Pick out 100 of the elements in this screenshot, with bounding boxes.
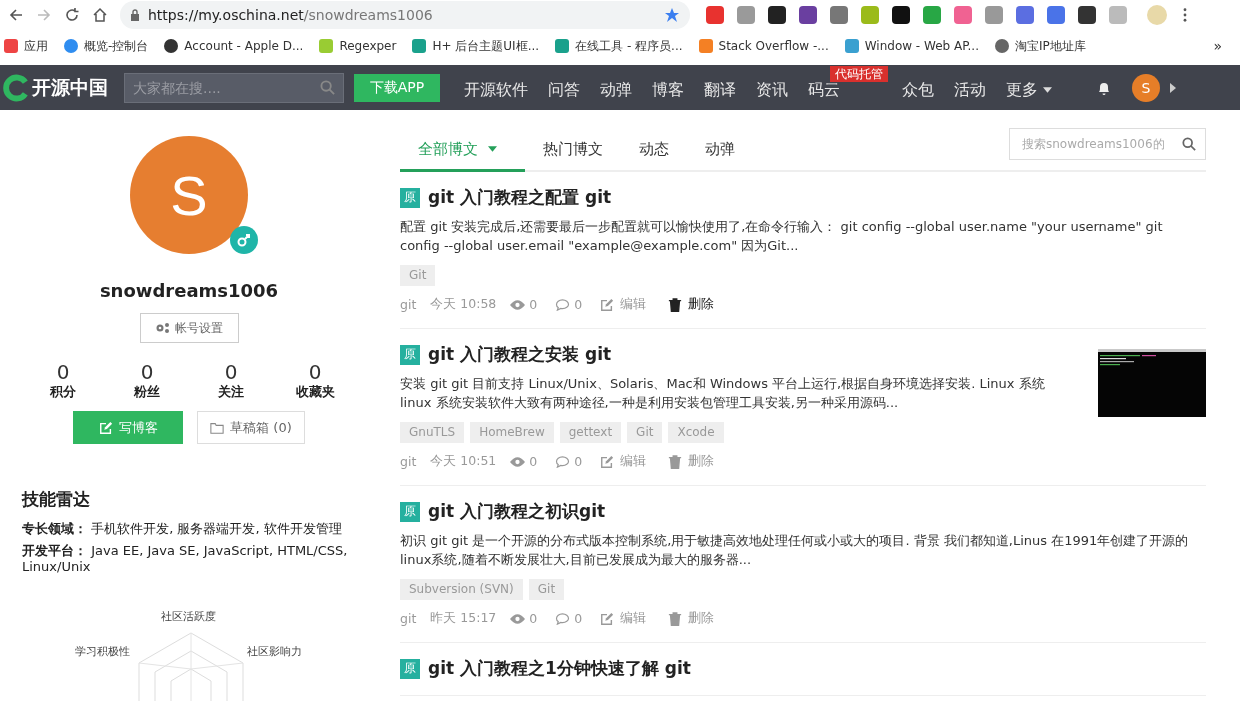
star-icon[interactable]	[664, 7, 680, 23]
extension-icon[interactable]	[799, 6, 817, 24]
post-time: 昨天 15:17	[430, 610, 497, 627]
male-icon	[230, 226, 258, 254]
radar-label: 社区影响力	[247, 644, 302, 659]
radar-label: 学习积极性	[75, 644, 130, 659]
trash-icon	[668, 454, 683, 469]
nav-link[interactable]: 资讯	[746, 80, 798, 99]
comment-icon	[555, 298, 571, 311]
logo-text[interactable]: 开源中国	[32, 74, 108, 101]
bookmark-item[interactable]: 概览-控制台	[64, 37, 149, 55]
stat-label: 关注	[218, 383, 244, 401]
nav-link[interactable]: 活动	[944, 80, 996, 99]
extension-icon[interactable]	[892, 6, 910, 24]
post-title[interactable]: git 入门教程之1分钟快速了解 git	[428, 657, 691, 680]
profile-avatar: S	[130, 136, 248, 254]
post-time: 今天 10:58	[430, 296, 497, 313]
nav-link[interactable]: 码云	[798, 80, 850, 99]
bookmark-item[interactable]: 在线工具 - 程序员...	[555, 37, 683, 55]
tab[interactable]: 全部博文	[400, 129, 525, 172]
post-title[interactable]: git 入门教程之配置 git	[428, 186, 612, 209]
bookmark-item[interactable]: Window - Web AP...	[844, 39, 979, 53]
tab[interactable]: 热门博文	[525, 129, 621, 172]
stat-value: 0	[140, 361, 154, 383]
drafts-button[interactable]: 草稿箱 (0)	[197, 411, 305, 444]
account-settings-button[interactable]: 帐号设置	[139, 313, 239, 343]
extension-icon[interactable]	[1078, 6, 1096, 24]
view-count: 0	[529, 611, 538, 626]
forward-icon[interactable]	[36, 7, 52, 23]
nav-link[interactable]: 动弹	[590, 80, 642, 99]
original-badge: 原	[400, 501, 420, 522]
post-category: git	[400, 611, 417, 626]
stat-label: 收藏夹	[295, 383, 335, 401]
logo-icon[interactable]	[2, 73, 30, 102]
post-category: git	[400, 297, 417, 312]
post-time: 今天 10:51	[430, 453, 497, 470]
bookmark-item[interactable]: 应用	[4, 37, 48, 55]
stat-label: 积分	[50, 383, 76, 401]
nav-link[interactable]: 更多	[996, 80, 1062, 99]
reload-icon[interactable]	[64, 7, 80, 23]
edit-icon	[600, 611, 615, 626]
post-title[interactable]: git 入门教程之安装 git	[428, 343, 612, 366]
comment-count: 0	[574, 297, 583, 312]
caret-icon[interactable]	[1170, 82, 1176, 93]
home-icon[interactable]	[92, 7, 108, 23]
menu-icon[interactable]	[1183, 8, 1187, 22]
section-title: 技能雷达	[22, 488, 90, 511]
stat-value: 0	[308, 361, 322, 383]
comment-icon	[555, 455, 571, 468]
bookmark-item[interactable]: H+ 后台主题UI框...	[412, 37, 540, 55]
nav-link[interactable]: 博客	[642, 80, 694, 99]
tab[interactable]: 动态	[621, 129, 687, 172]
search-field[interactable]: 大家都在搜....	[124, 72, 344, 103]
comment-count: 0	[574, 454, 583, 469]
original-badge: 原	[400, 658, 420, 679]
address-bar[interactable]: https://my.oschina.net/snowdreams1006	[120, 1, 690, 29]
skill-text: 专长领域： 手机软件开发, 服务器端开发, 软件开发管理	[22, 521, 343, 537]
skill-text: 开发平台： Java EE, Java SE, JavaScript, HTML/CSS, Linux/Unix	[22, 543, 349, 575]
post-summary: 安装 git git 目前支持 Linux/Unix、Solaris、Mac和 Windows 平台上运行,根据自身环境选择安装. Linux 系统 linux 系统安装软件大致有两种途径,一种是利用安装包管理工具安装,另一种采用源码...	[400, 375, 1046, 412]
stat-value: 0	[224, 361, 238, 383]
bookmark-item[interactable]: Stack Overflow -...	[698, 39, 829, 53]
bookmark-item[interactable]: Regexper	[319, 39, 397, 53]
username: snowdreams1006	[99, 280, 279, 301]
view-count: 0	[529, 454, 538, 469]
eye-icon	[510, 612, 526, 625]
radar-label: 社区活跃度	[161, 609, 216, 624]
folder-icon	[210, 420, 225, 435]
nav-link[interactable]: 开源软件	[454, 80, 538, 99]
more-bookmarks[interactable]: »	[1213, 38, 1222, 54]
post-summary: 配置 git 安装完成后,还需要最后一步配置就可以愉快使用了,在命令行输入： git config --global user.name "your username" git config --global user.email "example@example.com" 因为Git...	[400, 218, 1164, 255]
post-title[interactable]: git 入门教程之初识git	[428, 500, 606, 523]
delete-link[interactable]: 删除	[668, 296, 715, 313]
bookmark-item[interactable]: 淘宝IP地址库	[995, 37, 1086, 55]
nav-link[interactable]: 翻译	[694, 80, 746, 99]
post-summary: 初识 git git 是一个开源的分布式版本控制系统,用于敏捷高效地处理任何或小或大的项目. 背景 我们都知道,Linus 在1991年创建了开源的linux系统,随着不断发展壮大,目前已发展成为最大的服务器...	[400, 532, 1190, 569]
nav-link[interactable]: 众包	[892, 80, 944, 99]
comment-icon	[555, 612, 571, 625]
trash-icon	[668, 297, 683, 312]
nav-link[interactable]: 问答	[538, 80, 590, 99]
original-badge: 原	[400, 187, 420, 208]
gear-icon	[155, 322, 171, 334]
post-category: git	[400, 454, 417, 469]
edit-icon	[600, 297, 615, 312]
extension-icon[interactable]	[768, 6, 786, 24]
view-count: 0	[529, 297, 538, 312]
comment-count: 0	[574, 611, 583, 626]
eye-icon	[510, 455, 526, 468]
bookmark-item[interactable]: Account - Apple D...	[164, 39, 304, 53]
back-icon[interactable]	[8, 7, 24, 23]
edit-icon	[98, 420, 113, 435]
search-icon[interactable]	[1182, 137, 1196, 151]
blog-search-field[interactable]: 搜索snowdreams1006的	[1009, 128, 1206, 160]
edit-icon	[600, 454, 615, 469]
stat-value: 0	[56, 361, 70, 383]
trash-icon	[668, 611, 683, 626]
tab[interactable]: 动弹	[687, 129, 753, 172]
original-badge: 原	[400, 344, 420, 365]
lock-icon	[130, 9, 140, 21]
nav-badge: 代码托管	[830, 66, 888, 82]
stat-label: 粉丝	[134, 383, 160, 401]
